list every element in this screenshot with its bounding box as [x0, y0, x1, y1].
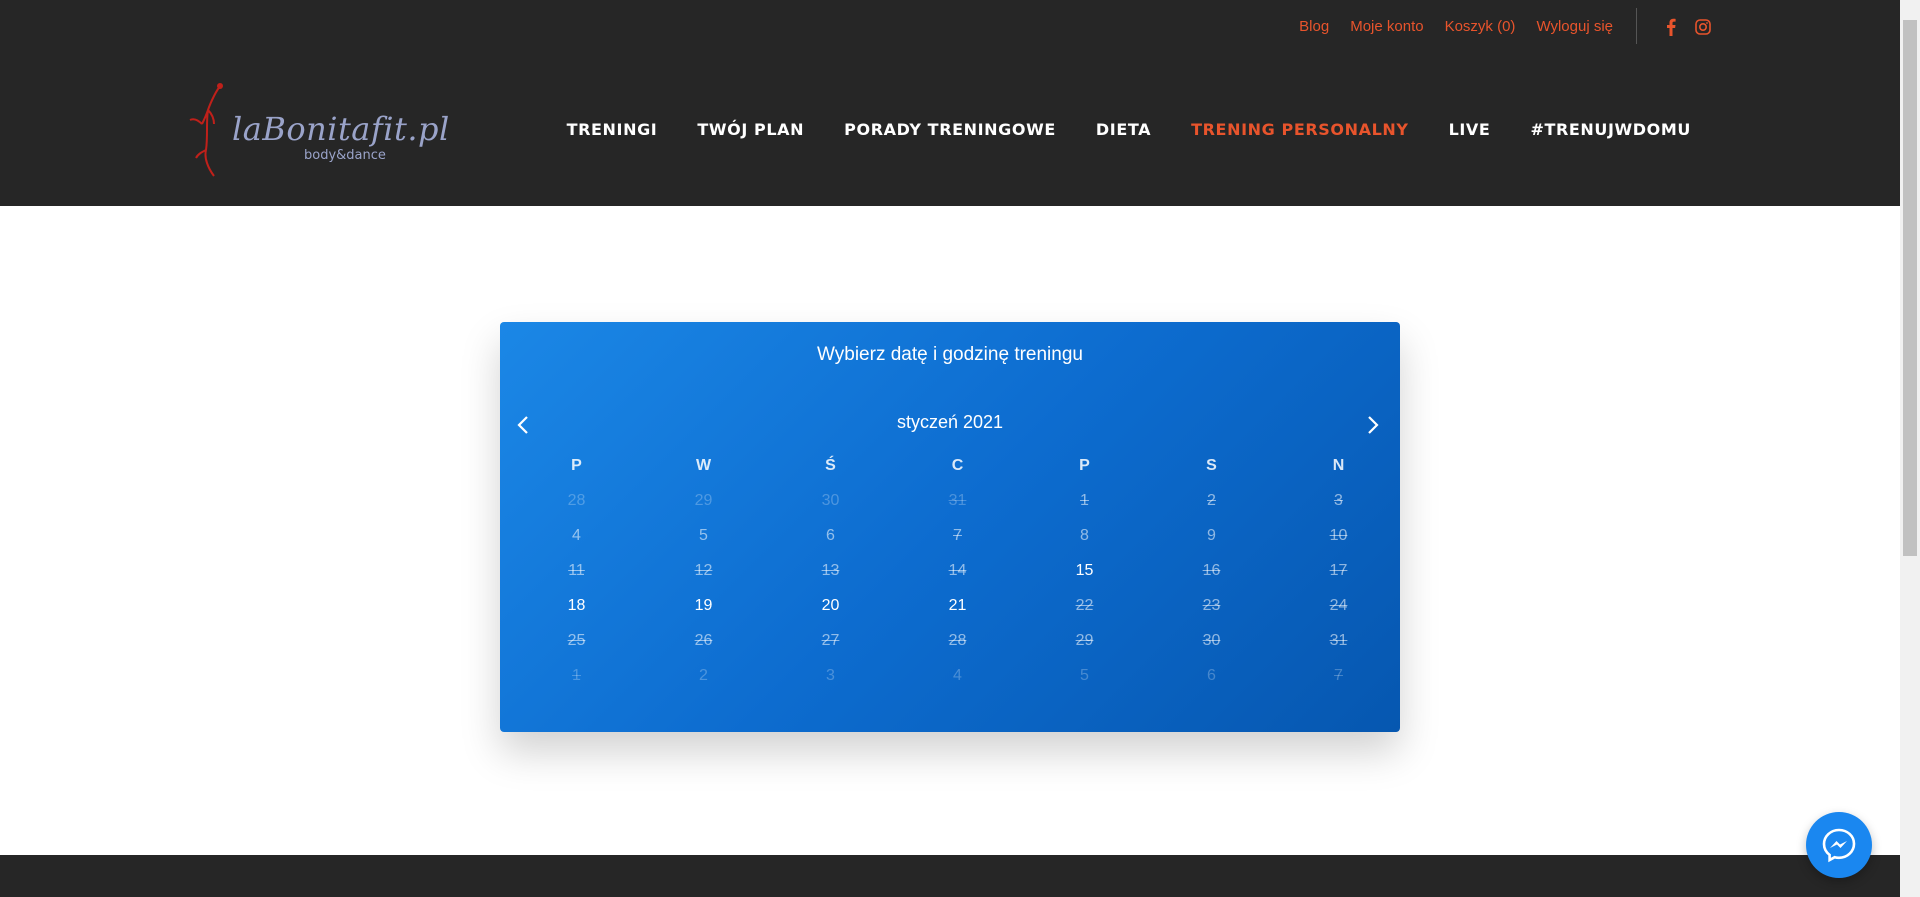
logo-text: laBonitafit.pl: [232, 110, 450, 148]
calendar-day: 2: [699, 666, 708, 684]
calendar-day: 30: [1202, 631, 1221, 649]
calendar-day-available[interactable]: 19: [640, 597, 767, 615]
calendar-day: 5: [699, 526, 708, 544]
calendar-day: 16: [1202, 561, 1221, 579]
booking-calendar: Wybierz datę i godzinę treningu styczeń …: [500, 322, 1400, 732]
page-scrollbar[interactable]: [1900, 0, 1920, 897]
calendar-day: 22: [1075, 596, 1094, 614]
top-divider: [1636, 8, 1637, 44]
cart-link[interactable]: Koszyk (0): [1445, 18, 1516, 35]
calendar-week-row: 1 2 3 4 5 6 7: [513, 658, 1402, 693]
nav-porady-treningowe[interactable]: PORADY TRENINGOWE: [844, 120, 1056, 139]
weekday-label: N: [1332, 456, 1345, 474]
calendar-day: 8: [1080, 526, 1089, 544]
chevron-right-icon: [1368, 416, 1379, 434]
calendar-day: 30: [821, 491, 840, 509]
blog-link[interactable]: Blog: [1299, 18, 1329, 35]
scrollbar-thumb[interactable]: [1903, 20, 1917, 556]
calendar-day: 28: [948, 631, 967, 649]
my-account-link[interactable]: Moje konto: [1350, 18, 1423, 35]
calendar-week-row: 28 29 30 31 1 2 3: [513, 483, 1402, 518]
calendar-weeks: 28 29 30 31 1 2 3 4 5 6 7 8 9 10 11 12 13 14 15 16 17 18 19 20 2…: [513, 483, 1402, 693]
calendar-day: 29: [1075, 631, 1094, 649]
calendar-day: 6: [826, 526, 835, 544]
calendar-week-row: 4 5 6 7 8 9 10: [513, 518, 1402, 553]
weekday-header: P W Ś C P S N: [513, 448, 1402, 483]
facebook-icon[interactable]: [1662, 17, 1680, 37]
calendar-day: 4: [572, 526, 581, 544]
page: Blog Moje konto Koszyk (0) Wyloguj się l…: [0, 0, 1920, 897]
weekday-label: Ś: [825, 456, 836, 474]
calendar-day: 6: [1207, 666, 1216, 684]
calendar-day: 3: [826, 666, 835, 684]
calendar-title: Wybierz datę i godzinę treningu: [817, 344, 1083, 365]
calendar-day: 3: [1334, 491, 1343, 509]
messenger-chat-button[interactable]: [1806, 812, 1872, 878]
calendar-week-row: 25 26 27 28 29 30 31: [513, 623, 1402, 658]
site-header: Blog Moje konto Koszyk (0) Wyloguj się l…: [0, 0, 1900, 206]
calendar-day: 31: [1329, 631, 1348, 649]
calendar-day-available[interactable]: 21: [894, 597, 1021, 615]
weekday-label: W: [695, 456, 712, 474]
calendar-day: 7: [953, 526, 962, 544]
site-logo[interactable]: laBonitafit.pl body&dance: [184, 80, 449, 180]
calendar-day: 27: [821, 631, 840, 649]
calendar-day: 12: [694, 561, 713, 579]
calendar-week-row: 11 12 13 14 15 16 17: [513, 553, 1402, 588]
calendar-day: 13: [821, 561, 840, 579]
social-links: [1662, 17, 1726, 37]
calendar-day: 28: [567, 491, 586, 509]
nav-dieta[interactable]: DIETA: [1096, 120, 1151, 139]
calendar-day: 4: [953, 666, 962, 684]
logout-link[interactable]: Wyloguj się: [1536, 18, 1613, 35]
calendar-day: 1: [572, 666, 581, 684]
weekday-label: P: [1079, 456, 1090, 474]
calendar-day: 29: [694, 491, 713, 509]
nav-treningi[interactable]: TRENINGI: [567, 120, 658, 139]
calendar-day: 31: [948, 491, 967, 509]
calendar-day: 2: [1207, 491, 1216, 509]
calendar-day: 11: [568, 561, 585, 579]
nav-live[interactable]: LIVE: [1449, 120, 1491, 139]
main-nav: TRENINGI TWÓJ PLAN PORADY TRENINGOWE DIE…: [527, 120, 1691, 139]
nav-trening-personalny[interactable]: TRENING PERSONALNY: [1191, 120, 1408, 139]
weekday-label: P: [571, 456, 582, 474]
nav-trenujwdomu[interactable]: #TRENUJWDOMU: [1530, 120, 1691, 139]
calendar-day: 10: [1329, 526, 1348, 544]
nav-twoj-plan[interactable]: TWÓJ PLAN: [697, 120, 804, 139]
next-month-button[interactable]: [1358, 410, 1388, 440]
calendar-day: 26: [694, 631, 713, 649]
calendar-day: 5: [1080, 666, 1089, 684]
calendar-grid: P W Ś C P S N 28 29 30 31 1 2 3 4 5 6 7 8 9 10 11 12 13 1…: [513, 448, 1402, 693]
instagram-icon[interactable]: [1694, 17, 1712, 37]
calendar-week-row: 18 19 20 21 22 23 24: [513, 588, 1402, 623]
calendar-day: 24: [1329, 596, 1348, 614]
calendar-day: 14: [948, 561, 967, 579]
site-footer: [0, 855, 1900, 897]
calendar-day: 1: [1080, 491, 1089, 509]
top-links: Blog Moje konto Koszyk (0) Wyloguj się: [1278, 18, 1613, 35]
calendar-day: 25: [567, 631, 586, 649]
logo-subtext: body&dance: [304, 148, 386, 163]
calendar-day-available[interactable]: 18: [513, 597, 640, 615]
messenger-icon: [1822, 828, 1856, 863]
calendar-day: 23: [1202, 596, 1221, 614]
calendar-day-available[interactable]: 15: [1021, 562, 1148, 580]
calendar-day: 17: [1329, 561, 1348, 579]
calendar-day-available[interactable]: 20: [767, 597, 894, 615]
calendar-day: 9: [1207, 526, 1216, 544]
weekday-label: C: [951, 456, 964, 474]
calendar-month: styczeń 2021: [896, 412, 1004, 432]
weekday-label: S: [1206, 456, 1217, 474]
dancer-logo-icon: [189, 83, 223, 177]
calendar-day: 7: [1334, 666, 1343, 684]
